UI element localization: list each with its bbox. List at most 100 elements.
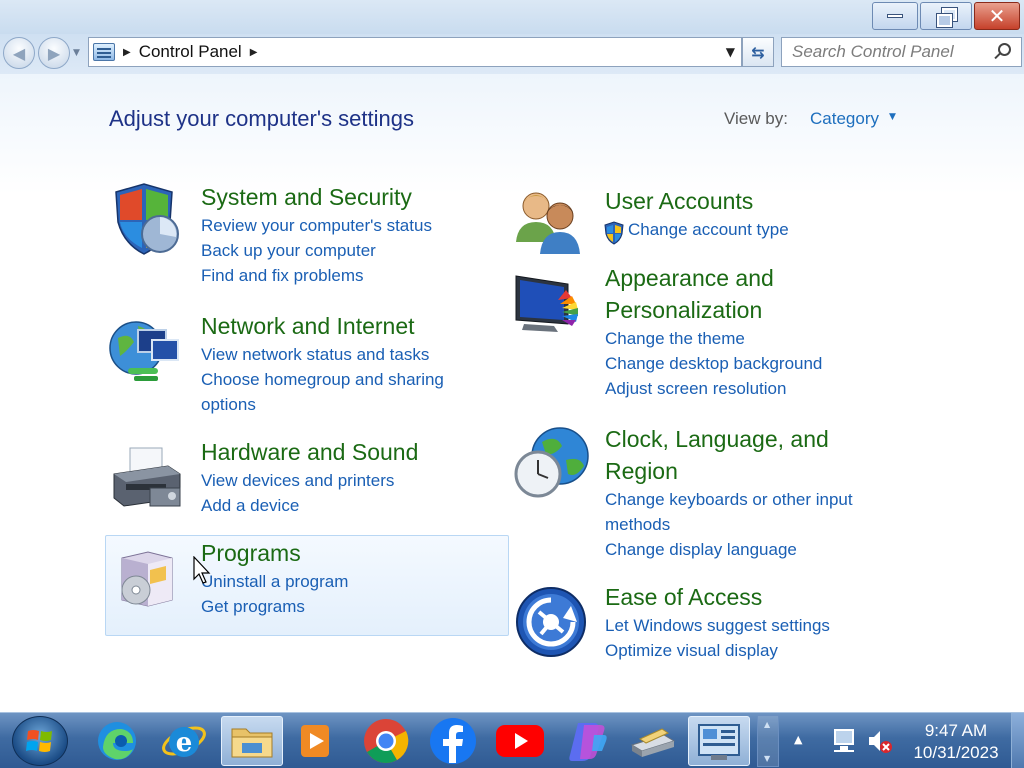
scroll-up-icon[interactable]: ▲ bbox=[764, 720, 770, 729]
category-programs: Programs Uninstall a program Get program… bbox=[201, 537, 348, 619]
navigation-bar: ◀ ▶ ▼ ▶ Control Panel ▶ ▼ ⇆ bbox=[0, 34, 1024, 74]
breadcrumb-control-panel[interactable]: Control Panel bbox=[139, 42, 242, 62]
show-desktop-button[interactable] bbox=[1011, 713, 1024, 768]
category-system-and-security: System and Security Review your computer… bbox=[201, 181, 432, 288]
windows-suggest-settings-link[interactable]: Let Windows suggest settings bbox=[605, 613, 830, 638]
back-button[interactable]: ◀ bbox=[3, 37, 35, 69]
view-by-dropdown[interactable]: Category bbox=[810, 109, 879, 129]
minimize-button[interactable] bbox=[872, 2, 918, 30]
scanner-icon bbox=[630, 728, 676, 757]
back-up-link[interactable]: Back up your computer bbox=[201, 238, 432, 263]
network-globe-icon[interactable] bbox=[108, 316, 184, 386]
hardware-and-sound-link[interactable]: Hardware and Sound bbox=[201, 436, 418, 468]
category-network-and-internet: Network and Internet View network status… bbox=[201, 310, 481, 417]
edge-taskbar-button[interactable] bbox=[86, 716, 148, 766]
change-account-type-link[interactable]: Change account type bbox=[628, 217, 789, 242]
forward-button[interactable]: ▶ bbox=[38, 37, 70, 69]
control-panel-taskbar-button[interactable] bbox=[688, 716, 750, 766]
minimize-icon bbox=[887, 14, 903, 18]
get-programs-link[interactable]: Get programs bbox=[201, 594, 348, 619]
programs-box-icon[interactable] bbox=[114, 544, 180, 610]
chrome-icon bbox=[364, 719, 409, 763]
show-hidden-icons-icon[interactable]: ▲ bbox=[794, 733, 802, 746]
file-explorer-icon bbox=[231, 728, 273, 758]
user-accounts-icon[interactable] bbox=[514, 186, 588, 256]
address-bar[interactable]: ▶ Control Panel ▶ ▼ bbox=[88, 37, 742, 67]
control-panel-content: Adjust your computer's settings View by:… bbox=[0, 74, 1024, 712]
shield-security-icon[interactable] bbox=[108, 182, 182, 256]
system-and-security-link[interactable]: System and Security bbox=[201, 181, 432, 213]
search-input[interactable] bbox=[792, 42, 992, 62]
youtube-icon bbox=[496, 725, 544, 757]
facebook-icon bbox=[430, 718, 476, 764]
svg-text:e: e bbox=[176, 728, 193, 758]
search-icon[interactable] bbox=[998, 43, 1011, 56]
file-explorer-taskbar-button[interactable] bbox=[221, 716, 283, 766]
appearance-monitor-icon[interactable] bbox=[514, 270, 590, 336]
scanner-taskbar-button[interactable] bbox=[622, 716, 684, 766]
change-keyboards-link[interactable]: Change keyboards or other input methods bbox=[605, 487, 865, 537]
homegroup-sharing-link[interactable]: Choose homegroup and sharing options bbox=[201, 367, 481, 417]
ease-of-access-icon[interactable] bbox=[515, 586, 587, 658]
start-button[interactable] bbox=[12, 716, 68, 766]
clock-language-region-link[interactable]: Clock, Language, and Region bbox=[605, 423, 865, 487]
close-button[interactable]: ✕ bbox=[974, 2, 1020, 30]
windows-logo-icon bbox=[26, 730, 52, 752]
recent-pages-dropdown[interactable]: ▼ bbox=[73, 48, 80, 58]
chevron-down-icon[interactable]: ▼ bbox=[889, 112, 896, 122]
refresh-icon: ⇆ bbox=[751, 42, 765, 62]
internet-explorer-taskbar-button[interactable]: e bbox=[153, 716, 215, 766]
copilot-icon bbox=[569, 723, 607, 761]
youtube-taskbar-button[interactable] bbox=[489, 716, 551, 766]
programs-link[interactable]: Programs bbox=[201, 537, 348, 569]
find-fix-problems-link[interactable]: Find and fix problems bbox=[201, 263, 432, 288]
restore-button[interactable] bbox=[920, 2, 972, 30]
breadcrumb-separator-icon[interactable]: ▶ bbox=[250, 47, 258, 58]
media-player-taskbar-button[interactable] bbox=[284, 716, 346, 766]
devices-printers-link[interactable]: View devices and printers bbox=[201, 468, 418, 493]
category-clock-language-region: Clock, Language, and Region Change keybo… bbox=[605, 423, 865, 562]
add-device-link[interactable]: Add a device bbox=[201, 493, 418, 518]
network-and-internet-link[interactable]: Network and Internet bbox=[201, 310, 481, 342]
page-title: Adjust your computer's settings bbox=[109, 106, 415, 131]
copilot-taskbar-button[interactable] bbox=[556, 716, 618, 766]
clock-time: 9:47 AM bbox=[924, 721, 988, 740]
clock-date: 10/31/2023 bbox=[913, 743, 999, 762]
review-status-link[interactable]: Review your computer's status bbox=[201, 213, 432, 238]
clock-globe-icon[interactable] bbox=[514, 426, 590, 502]
optimize-visual-display-link[interactable]: Optimize visual display bbox=[605, 638, 830, 663]
network-status-link[interactable]: View network status and tasks bbox=[201, 342, 481, 367]
back-arrow-icon: ◀ bbox=[12, 43, 26, 63]
adjust-screen-resolution-link[interactable]: Adjust screen resolution bbox=[605, 376, 865, 401]
refresh-button[interactable]: ⇆ bbox=[742, 37, 774, 67]
printer-icon[interactable] bbox=[110, 444, 184, 512]
view-by-label: View by: bbox=[724, 109, 788, 128]
category-ease-of-access: Ease of Access Let Windows suggest setti… bbox=[605, 581, 830, 663]
volume-muted-icon[interactable] bbox=[866, 727, 894, 755]
chrome-taskbar-button[interactable] bbox=[355, 716, 417, 766]
control-panel-icon bbox=[698, 724, 740, 760]
breadcrumb-separator-icon[interactable]: ▶ bbox=[123, 47, 131, 58]
close-icon: ✕ bbox=[988, 4, 1006, 28]
search-box[interactable] bbox=[781, 37, 1022, 67]
system-clock[interactable]: 9:47 AM 10/31/2023 bbox=[900, 720, 1012, 764]
facebook-taskbar-button[interactable] bbox=[422, 716, 484, 766]
uninstall-program-link[interactable]: Uninstall a program bbox=[201, 569, 348, 594]
user-accounts-link[interactable]: User Accounts bbox=[605, 185, 789, 217]
internet-explorer-icon: e bbox=[162, 726, 206, 758]
network-status-icon[interactable] bbox=[832, 728, 856, 754]
scroll-down-icon[interactable]: ▼ bbox=[764, 754, 770, 763]
mouse-pointer-icon bbox=[193, 556, 211, 584]
taskbar-scroll[interactable]: ▲ ▼ bbox=[757, 715, 779, 767]
change-desktop-background-link[interactable]: Change desktop background bbox=[605, 351, 865, 376]
ease-of-access-link[interactable]: Ease of Access bbox=[605, 581, 830, 613]
restore-icon bbox=[936, 7, 958, 28]
address-dropdown-icon[interactable]: ▼ bbox=[726, 45, 735, 59]
category-user-accounts: User Accounts Change account type bbox=[605, 185, 789, 242]
uac-shield-icon bbox=[604, 221, 624, 245]
change-display-language-link[interactable]: Change display language bbox=[605, 537, 865, 562]
forward-arrow-icon: ▶ bbox=[47, 43, 61, 63]
media-player-icon bbox=[301, 725, 329, 757]
change-theme-link[interactable]: Change the theme bbox=[605, 326, 835, 351]
appearance-personalization-link[interactable]: Appearance and Personalization bbox=[605, 262, 835, 326]
